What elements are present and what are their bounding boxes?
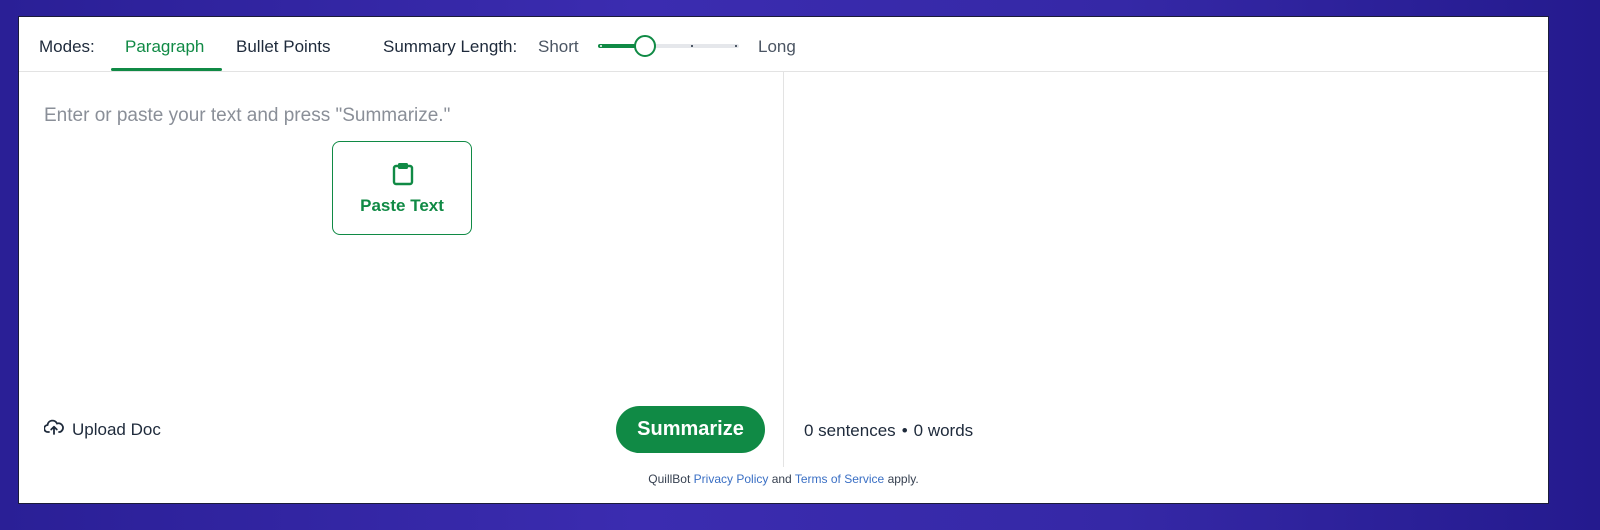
summary-length-label: Summary Length: [383,37,518,56]
word-count: 0 words [913,421,974,440]
clipboard-icon [392,162,414,191]
tab-paragraph[interactable]: Paragraph [125,37,204,57]
long-label: Long [758,37,796,56]
slider-tick [691,45,693,47]
upload-doc-button[interactable]: Upload Doc [43,419,161,440]
summarizer-panel: Modes: Paragraph Bullet Points Summary L… [18,16,1549,504]
sentence-count: 0 sentences [804,421,896,440]
paste-text-button[interactable]: Paste Text [332,141,472,235]
slider-thumb[interactable] [634,35,656,57]
privacy-policy-link[interactable]: Privacy Policy [694,472,769,486]
footer-and: and [771,472,792,486]
slider-tick [735,45,737,47]
slider-tick [600,45,602,47]
pane-divider [783,72,784,467]
tab-bullet-points[interactable]: Bullet Points [236,37,331,57]
modes-label: Modes: [39,37,95,56]
terms-of-service-link[interactable]: Terms of Service [795,472,884,486]
short-label: Short [538,37,579,56]
footer-suffix: apply. [887,472,919,486]
active-tab-indicator [111,68,222,71]
footer-prefix: QuillBot [648,472,691,486]
toolbar: Modes: Paragraph Bullet Points Summary L… [19,17,1548,72]
cloud-upload-icon [43,419,72,440]
footer-legal: QuillBot Privacy Policy and Terms of Ser… [19,472,1548,486]
upload-doc-label: Upload Doc [72,419,161,439]
output-stats: 0 sentences • 0 words [804,421,973,441]
stats-separator: • [901,421,908,440]
text-input[interactable]: Enter or paste your text and press "Summ… [44,105,450,127]
summarize-button[interactable]: Summarize [616,406,765,453]
summary-length-slider[interactable] [598,35,739,57]
paste-text-label: Paste Text [360,196,444,215]
